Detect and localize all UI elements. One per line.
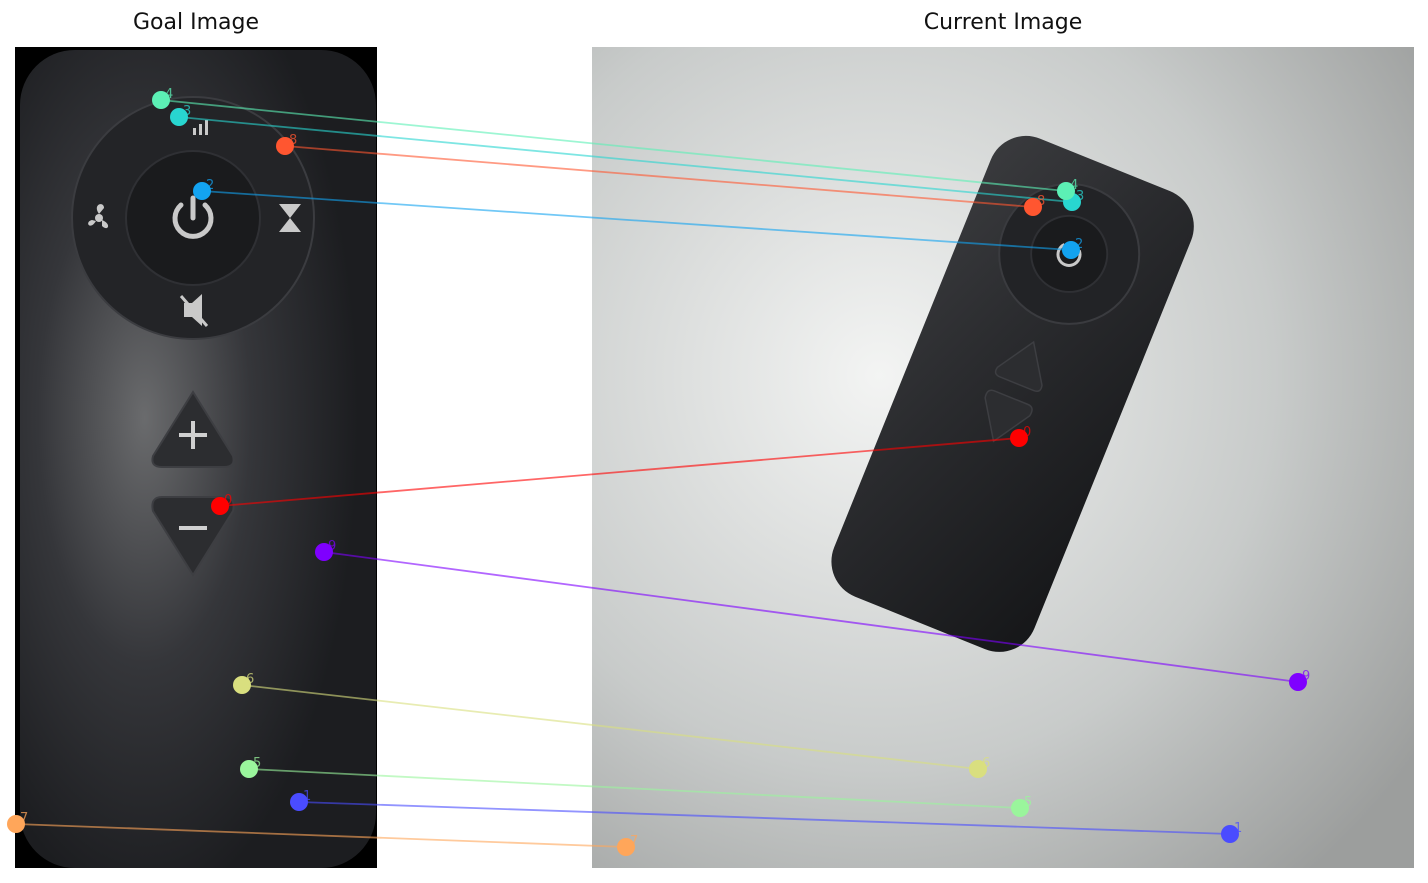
goal-keypoint-label-2: 2 bbox=[206, 178, 214, 193]
current-keypoint-label-6: 6 bbox=[982, 756, 990, 771]
match-visualization: 00112233445566778899 bbox=[7, 47, 1414, 868]
current-image bbox=[592, 47, 1414, 868]
goal-keypoint-label-0: 0 bbox=[224, 493, 232, 508]
current-keypoint-label-1: 1 bbox=[1234, 821, 1242, 836]
goal-image bbox=[15, 47, 377, 868]
goal-keypoint-label-9: 9 bbox=[328, 539, 336, 554]
current-keypoint-label-4: 4 bbox=[1070, 178, 1078, 193]
goal-keypoint-label-5: 5 bbox=[253, 756, 261, 771]
current-keypoint-label-5: 5 bbox=[1024, 795, 1032, 810]
current-keypoint-label-9: 9 bbox=[1302, 669, 1310, 684]
goal-keypoint-label-1: 1 bbox=[303, 789, 311, 804]
current-keypoint-label-7: 7 bbox=[630, 834, 638, 849]
current-keypoint-label-0: 0 bbox=[1023, 425, 1031, 440]
goal-keypoint-label-3: 3 bbox=[183, 104, 191, 119]
current-keypoint-label-2: 2 bbox=[1075, 237, 1083, 252]
goal-keypoint-label-4: 4 bbox=[165, 87, 173, 102]
goal-keypoint-label-7: 7 bbox=[20, 811, 28, 826]
goal-keypoint-label-8: 8 bbox=[289, 133, 297, 148]
goal-keypoint-label-6: 6 bbox=[246, 672, 254, 687]
current-keypoint-label-8: 8 bbox=[1037, 194, 1045, 209]
